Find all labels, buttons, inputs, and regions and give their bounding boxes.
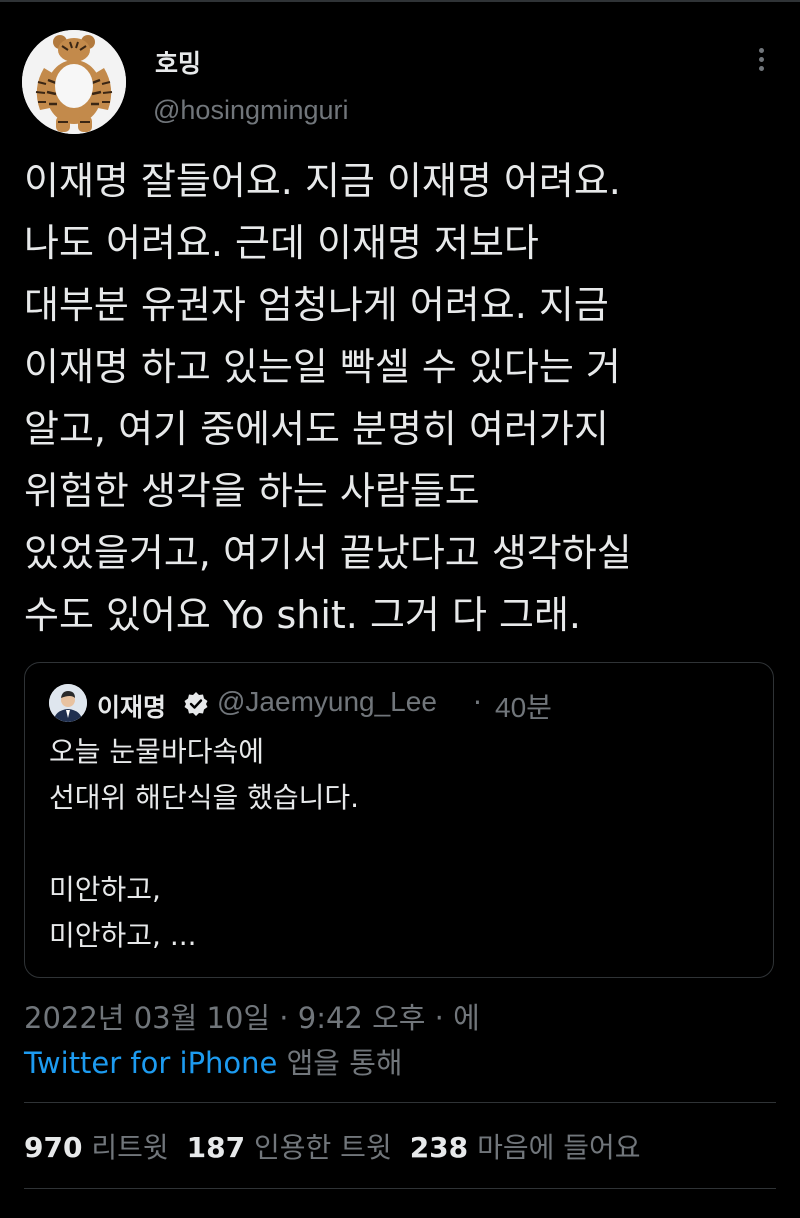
source-suffix: 앱을 통해: [277, 1046, 403, 1080]
tweet-line: 이재명 하고 있는일 빡셀 수 있다는 거: [24, 345, 621, 389]
retweets-stat[interactable]: 970 리트윗: [24, 1131, 169, 1164]
source-link[interactable]: Twitter for iPhone: [24, 1046, 277, 1080]
tweet-line: 수도 있어요 Yo shit. 그거 다 그래.: [24, 593, 581, 637]
quoted-line: 미안하고, ...: [49, 919, 197, 952]
person-avatar-icon: [49, 684, 87, 722]
quoted-tweet-time[interactable]: 40분: [495, 686, 552, 726]
tweet-line: 이재명 잘들어요. 지금 이재명 어려요.: [24, 159, 621, 203]
tweet-line: 위험한 생각을 하는 사람들도: [24, 469, 480, 513]
quoted-tweet-card[interactable]: 이재명 @Jaemyung_Lee · 40분 오늘 눈물바다속에 선대위 해단…: [24, 662, 774, 978]
tweet-source: Twitter for iPhone 앱을 통해: [24, 1040, 403, 1082]
author-handle[interactable]: @hosingminguri: [153, 95, 349, 126]
tweet-line: 있었을거고, 여기서 끝났다고 생각하실: [24, 531, 632, 575]
quoted-line: 선대위 해단식을 했습니다.: [49, 781, 360, 814]
retweets-count: 970: [24, 1131, 83, 1164]
stats-bottom-divider: [24, 1188, 776, 1189]
likes-stat[interactable]: 238 마음에 들어요: [410, 1131, 641, 1164]
author-display-name[interactable]: 호밍: [155, 44, 201, 80]
tweet-line: 대부분 유권자 엄청나게 어려요. 지금: [24, 283, 609, 327]
likes-count: 238: [409, 1131, 469, 1164]
quoted-author-avatar[interactable]: [49, 684, 87, 722]
quoted-author-handle[interactable]: @Jaemyung_Lee: [217, 686, 437, 718]
quotes-label: 인용한 트윗: [254, 1131, 392, 1164]
verified-badge-icon: [184, 692, 208, 716]
tiger-mascot-avatar: [22, 30, 126, 134]
quoted-author-name[interactable]: 이재명: [97, 688, 166, 724]
separator-dot: ·: [473, 686, 482, 719]
quotes-stat[interactable]: 187 인용한 트윗: [187, 1131, 392, 1164]
top-divider: [0, 0, 800, 2]
more-options-icon[interactable]: [754, 48, 768, 78]
author-avatar[interactable]: [22, 30, 126, 134]
tweet-timestamp[interactable]: 2022년 03월 10일 · 9:42 오후 · 에: [24, 995, 480, 1037]
quoted-tweet-text: 오늘 눈물바다속에 선대위 해단식을 했습니다. 미안하고, 미안하고, ...: [49, 729, 749, 959]
quoted-line: 미안하고,: [49, 873, 161, 906]
retweets-label: 리트윗: [91, 1131, 169, 1164]
tweet-text: 이재명 잘들어요. 지금 이재명 어려요. 나도 어려요. 근데 이재명 저보다…: [24, 150, 784, 646]
tweet-line: 나도 어려요. 근데 이재명 저보다: [24, 221, 539, 265]
engagement-stats: 970 리트윗 187 인용한 트윗 238 마음에 들어요: [24, 1126, 641, 1166]
quotes-count: 187: [186, 1131, 246, 1164]
quoted-line: 오늘 눈물바다속에: [49, 735, 264, 768]
stats-top-divider: [24, 1102, 776, 1103]
tweet-line: 알고, 여기 중에서도 분명히 여러가지: [24, 407, 609, 451]
quoted-line: [49, 821, 749, 867]
likes-label: 마음에 들어요: [477, 1131, 641, 1164]
